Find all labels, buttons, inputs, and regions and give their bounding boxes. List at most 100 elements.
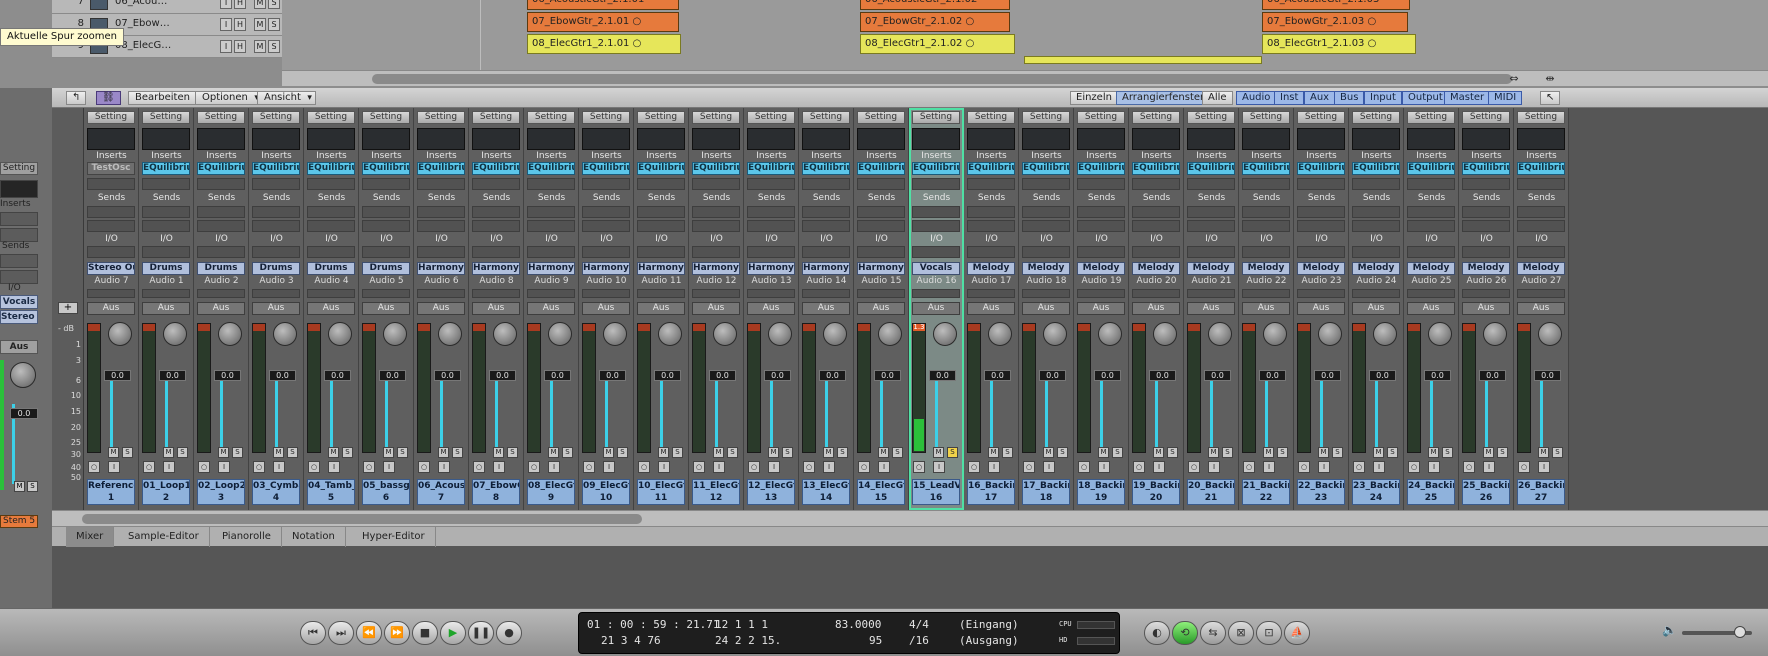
send-slot[interactable] (1297, 206, 1345, 218)
volume-value[interactable]: 0.0 (489, 370, 516, 381)
send-slot[interactable] (637, 206, 685, 218)
filter-master-button[interactable]: Master (1444, 91, 1491, 105)
insert-slot[interactable] (802, 178, 850, 190)
solo-button[interactable]: S (1497, 447, 1508, 458)
inspector-output-button[interactable]: Stereo Out (0, 310, 38, 324)
volume-value[interactable]: 0.0 (269, 370, 296, 381)
setting-button[interactable]: Setting (417, 111, 465, 124)
channel-strip[interactable]: Setting Inserts EQuilibriu Sends I/O Dru… (249, 108, 304, 510)
mute-button[interactable]: M (823, 447, 834, 458)
setting-button[interactable]: Setting (967, 111, 1015, 124)
output-group-button[interactable]: Melody (1517, 262, 1565, 275)
mute-button[interactable]: M (548, 447, 559, 458)
channel-name[interactable]: 21_Backin 22 (1242, 479, 1290, 505)
punch-icon[interactable]: ⊠ (1228, 621, 1254, 645)
channel-name[interactable]: 10_ElecGtr 11 (637, 479, 685, 505)
output-group-button[interactable]: Melody (1187, 262, 1235, 275)
insert-slot[interactable] (1242, 178, 1290, 190)
pan-knob[interactable] (713, 322, 737, 346)
channel-strip[interactable]: Setting Inserts EQuilibriu Sends I/O Har… (634, 108, 689, 510)
insert-plugin-slot[interactable]: EQuilibriu (362, 162, 410, 175)
peak-indicator[interactable] (88, 324, 100, 331)
input-monitor-icon[interactable]: I (1208, 461, 1220, 473)
volume-value[interactable]: 0.0 (1149, 370, 1176, 381)
send-slot[interactable] (637, 220, 685, 232)
insert-slot[interactable] (692, 178, 740, 190)
volume-value[interactable]: 0.0 (984, 370, 1011, 381)
eq-display[interactable] (692, 128, 740, 150)
channel-name[interactable]: 04_Tamb_ 5 (307, 479, 355, 505)
volume-value[interactable]: 0.0 (324, 370, 351, 381)
send-slot[interactable] (912, 220, 960, 232)
inspector-mute-button[interactable]: M (14, 481, 25, 492)
insert-plugin-slot[interactable]: EQuilibriu (307, 162, 355, 175)
channel-strip[interactable]: Setting Inserts EQuilibriu Sends I/O Dru… (194, 108, 249, 510)
group-slot[interactable] (417, 289, 465, 298)
send-slot[interactable] (1187, 206, 1235, 218)
record-icon[interactable]: ○ (308, 461, 320, 473)
volume-value[interactable]: 0.0 (434, 370, 461, 381)
input-monitor-icon[interactable]: I (1318, 461, 1330, 473)
eq-display[interactable] (1187, 128, 1235, 150)
volume-value[interactable]: 0.0 (104, 370, 131, 381)
record-icon[interactable]: ○ (198, 461, 210, 473)
send-slot[interactable] (747, 220, 795, 232)
scroll-thumb[interactable] (372, 74, 1512, 84)
output-group-button[interactable]: Melody (1022, 262, 1070, 275)
setting-button[interactable]: Setting (1462, 111, 1510, 124)
group-slot[interactable] (1407, 289, 1455, 298)
send-slot[interactable] (87, 220, 135, 232)
send-slot[interactable] (142, 220, 190, 232)
channel-name[interactable]: 11_ElecGtr 12 (692, 479, 740, 505)
inspector-solo-button[interactable]: S (27, 481, 38, 492)
send-slot[interactable] (857, 206, 905, 218)
inspector-setting-button[interactable]: Setting (0, 162, 38, 175)
eq-display[interactable] (967, 128, 1015, 150)
volume-value[interactable]: 0.0 (1204, 370, 1231, 381)
automation-button[interactable]: Aus (142, 302, 190, 315)
input-slot[interactable] (692, 246, 740, 258)
input-monitor-icon[interactable]: I (1263, 461, 1275, 473)
mute-button[interactable]: M (1153, 447, 1164, 458)
goto-start-button[interactable]: ⏮ (300, 621, 326, 645)
automation-button[interactable]: Aus (1462, 302, 1510, 315)
output-group-button[interactable]: Harmony (417, 262, 465, 275)
eq-display[interactable] (307, 128, 355, 150)
channel-name[interactable]: 02_Loop2_ 3 (197, 479, 245, 505)
eq-display[interactable] (252, 128, 300, 150)
channel-strip[interactable]: Setting Inserts EQuilibriu Sends I/O Har… (579, 108, 634, 510)
send-slot[interactable] (362, 206, 410, 218)
insert-plugin-slot[interactable]: EQuilibriu (142, 162, 190, 175)
inspector-track-name[interactable]: Stem 5 (0, 515, 38, 528)
mixer-horizontal-scrollbar[interactable] (52, 510, 1768, 526)
channel-strip[interactable]: Setting Inserts EQuilibriu Sends I/O Har… (524, 108, 579, 510)
insert-slot[interactable] (857, 178, 905, 190)
mute-button[interactable]: M (768, 447, 779, 458)
eq-display[interactable] (1022, 128, 1070, 150)
input-slot[interactable] (582, 246, 630, 258)
mute-button[interactable]: M (1483, 447, 1494, 458)
insert-plugin-slot[interactable]: EQuilibriu (197, 162, 245, 175)
input-monitor-icon[interactable]: I (713, 461, 725, 473)
send-slot[interactable] (1352, 220, 1400, 232)
automation-button[interactable]: Aus (1022, 302, 1070, 315)
track-solo-button[interactable]: S (268, 40, 280, 53)
channel-name[interactable]: 22_Backin 23 (1297, 479, 1345, 505)
peak-indicator[interactable] (583, 324, 595, 331)
channel-name[interactable]: 15_LeadVo 16 (912, 479, 960, 505)
channel-strip[interactable]: Setting Inserts EQuilibriu Sends I/O Mel… (1459, 108, 1514, 510)
record-icon[interactable]: ○ (1133, 461, 1145, 473)
peak-indicator[interactable] (1243, 324, 1255, 331)
tab-sampleeditor[interactable]: Sample-Editor (118, 527, 210, 547)
input-monitor-icon[interactable]: I (1428, 461, 1440, 473)
insert-plugin-slot[interactable]: EQuilibriu (1077, 162, 1125, 175)
output-group-button[interactable]: Harmony (857, 262, 905, 275)
eq-display[interactable] (857, 128, 905, 150)
add-channel-button[interactable]: + (58, 302, 78, 314)
insert-slot[interactable] (1352, 178, 1400, 190)
solo-button[interactable]: S (1332, 447, 1343, 458)
setting-button[interactable]: Setting (637, 111, 685, 124)
insert-slot[interactable] (472, 178, 520, 190)
insert-plugin-slot[interactable]: EQuilibriu (802, 162, 850, 175)
channel-name[interactable]: 09_ElecGtr 10 (582, 479, 630, 505)
